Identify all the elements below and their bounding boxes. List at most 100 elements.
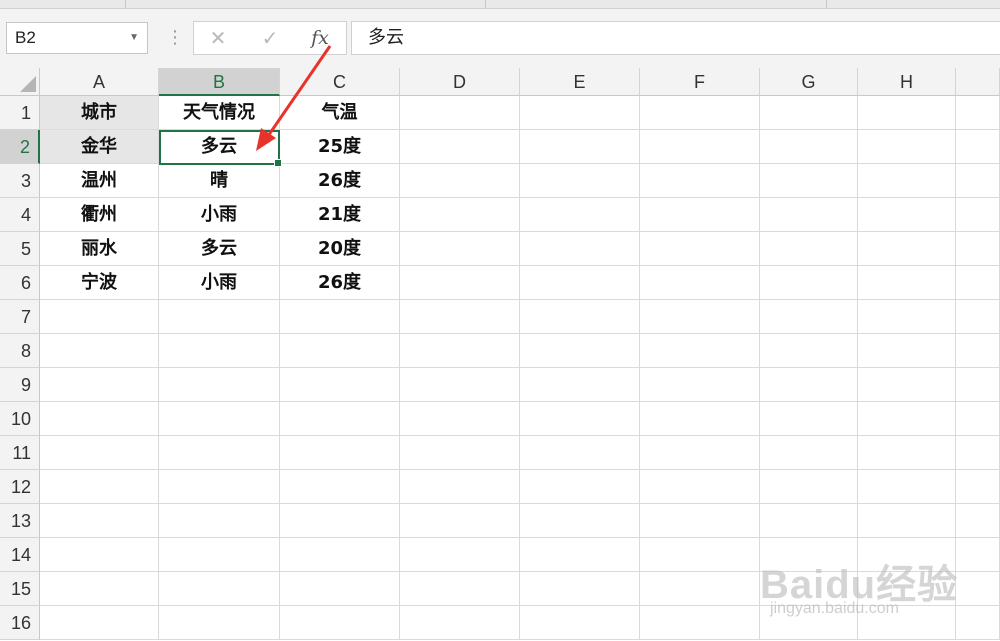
column-header-d[interactable]: D — [400, 68, 520, 96]
row-header-2[interactable]: 2 — [0, 130, 40, 164]
insert-function-icon[interactable]: fx — [302, 22, 338, 54]
cell-c12[interactable] — [280, 470, 400, 504]
enter-icon[interactable]: ✓ — [252, 22, 288, 54]
cell-b16[interactable] — [159, 606, 280, 640]
cell-g6[interactable] — [760, 266, 858, 300]
cell-g12[interactable] — [760, 470, 858, 504]
cell-g11[interactable] — [760, 436, 858, 470]
cell-g7[interactable] — [760, 300, 858, 334]
cell-f14[interactable] — [640, 538, 760, 572]
cell-h15[interactable] — [858, 572, 956, 606]
row-header-12[interactable]: 12 — [0, 470, 40, 504]
column-header-h[interactable]: H — [858, 68, 956, 96]
cell-d13[interactable] — [400, 504, 520, 538]
cell-b15[interactable] — [159, 572, 280, 606]
cell-g9[interactable] — [760, 368, 858, 402]
cell-g13[interactable] — [760, 504, 858, 538]
cell-c8[interactable] — [280, 334, 400, 368]
cell-a12[interactable] — [40, 470, 159, 504]
cell-b13[interactable] — [159, 504, 280, 538]
cell-h16[interactable] — [858, 606, 956, 640]
column-header-a[interactable]: A — [40, 68, 159, 96]
cell-b10[interactable] — [159, 402, 280, 436]
row-header-9[interactable]: 9 — [0, 368, 40, 402]
cell-d4[interactable] — [400, 198, 520, 232]
cell-c3[interactable]: 26度 — [280, 164, 400, 198]
cell-d7[interactable] — [400, 300, 520, 334]
chevron-down-icon[interactable]: ▼ — [129, 23, 139, 53]
cell-d5[interactable] — [400, 232, 520, 266]
column-header-i[interactable] — [956, 68, 1000, 96]
row-header-8[interactable]: 8 — [0, 334, 40, 368]
cell-c4[interactable]: 21度 — [280, 198, 400, 232]
cell-d15[interactable] — [400, 572, 520, 606]
cell-c13[interactable] — [280, 504, 400, 538]
cell-d8[interactable] — [400, 334, 520, 368]
cell-i11[interactable] — [956, 436, 1000, 470]
cell-h7[interactable] — [858, 300, 956, 334]
column-header-c[interactable]: C — [280, 68, 400, 96]
cell-a3[interactable]: 温州 — [40, 164, 159, 198]
cell-d9[interactable] — [400, 368, 520, 402]
cell-c2[interactable]: 25度 — [280, 130, 400, 164]
cell-e14[interactable] — [520, 538, 640, 572]
cell-h11[interactable] — [858, 436, 956, 470]
column-header-b[interactable]: B — [159, 68, 280, 96]
cell-h2[interactable] — [858, 130, 956, 164]
cell-b4[interactable]: 小雨 — [159, 198, 280, 232]
cell-c10[interactable] — [280, 402, 400, 436]
cell-c9[interactable] — [280, 368, 400, 402]
cell-h6[interactable] — [858, 266, 956, 300]
cell-e4[interactable] — [520, 198, 640, 232]
column-header-e[interactable]: E — [520, 68, 640, 96]
cell-g5[interactable] — [760, 232, 858, 266]
cell-h13[interactable] — [858, 504, 956, 538]
cell-f9[interactable] — [640, 368, 760, 402]
cell-g16[interactable] — [760, 606, 858, 640]
cell-e15[interactable] — [520, 572, 640, 606]
cell-a6[interactable]: 宁波 — [40, 266, 159, 300]
cell-c14[interactable] — [280, 538, 400, 572]
row-header-15[interactable]: 15 — [0, 572, 40, 606]
cell-i15[interactable] — [956, 572, 1000, 606]
cell-f2[interactable] — [640, 130, 760, 164]
cell-b11[interactable] — [159, 436, 280, 470]
cell-i9[interactable] — [956, 368, 1000, 402]
cell-a1[interactable]: 城市 — [40, 96, 159, 130]
cell-e11[interactable] — [520, 436, 640, 470]
cell-i16[interactable] — [956, 606, 1000, 640]
cell-g3[interactable] — [760, 164, 858, 198]
cell-g8[interactable] — [760, 334, 858, 368]
row-header-7[interactable]: 7 — [0, 300, 40, 334]
cell-f15[interactable] — [640, 572, 760, 606]
cell-h10[interactable] — [858, 402, 956, 436]
cell-e7[interactable] — [520, 300, 640, 334]
cell-a7[interactable] — [40, 300, 159, 334]
cell-a9[interactable] — [40, 368, 159, 402]
cell-a14[interactable] — [40, 538, 159, 572]
cell-a8[interactable] — [40, 334, 159, 368]
cell-i13[interactable] — [956, 504, 1000, 538]
worksheet-grid[interactable]: A B C D E F G H 1 城市 天气情况 气温 2 金华 多云 25度 3 温州晴 26度 4 衢州 小雨 21度… — [0, 68, 1000, 641]
cell-b3[interactable]: 晴 — [159, 164, 280, 198]
cell-a11[interactable] — [40, 436, 159, 470]
cell-i10[interactable] — [956, 402, 1000, 436]
cell-f13[interactable] — [640, 504, 760, 538]
cell-f6[interactable] — [640, 266, 760, 300]
cell-h1[interactable] — [858, 96, 956, 130]
cell-d16[interactable] — [400, 606, 520, 640]
cell-e12[interactable] — [520, 470, 640, 504]
cancel-icon[interactable]: ✕ — [200, 22, 236, 54]
cell-b5[interactable]: 多云 — [159, 232, 280, 266]
cell-i1[interactable] — [956, 96, 1000, 130]
cell-a16[interactable] — [40, 606, 159, 640]
cell-b8[interactable] — [159, 334, 280, 368]
cell-f3[interactable] — [640, 164, 760, 198]
cell-h4[interactable] — [858, 198, 956, 232]
cell-i8[interactable] — [956, 334, 1000, 368]
drag-handle-icon[interactable]: ⋮ — [166, 29, 184, 47]
cell-a10[interactable] — [40, 402, 159, 436]
row-header-14[interactable]: 14 — [0, 538, 40, 572]
cell-c6[interactable]: 26度 — [280, 266, 400, 300]
cell-b1[interactable]: 天气情况 — [159, 96, 280, 130]
